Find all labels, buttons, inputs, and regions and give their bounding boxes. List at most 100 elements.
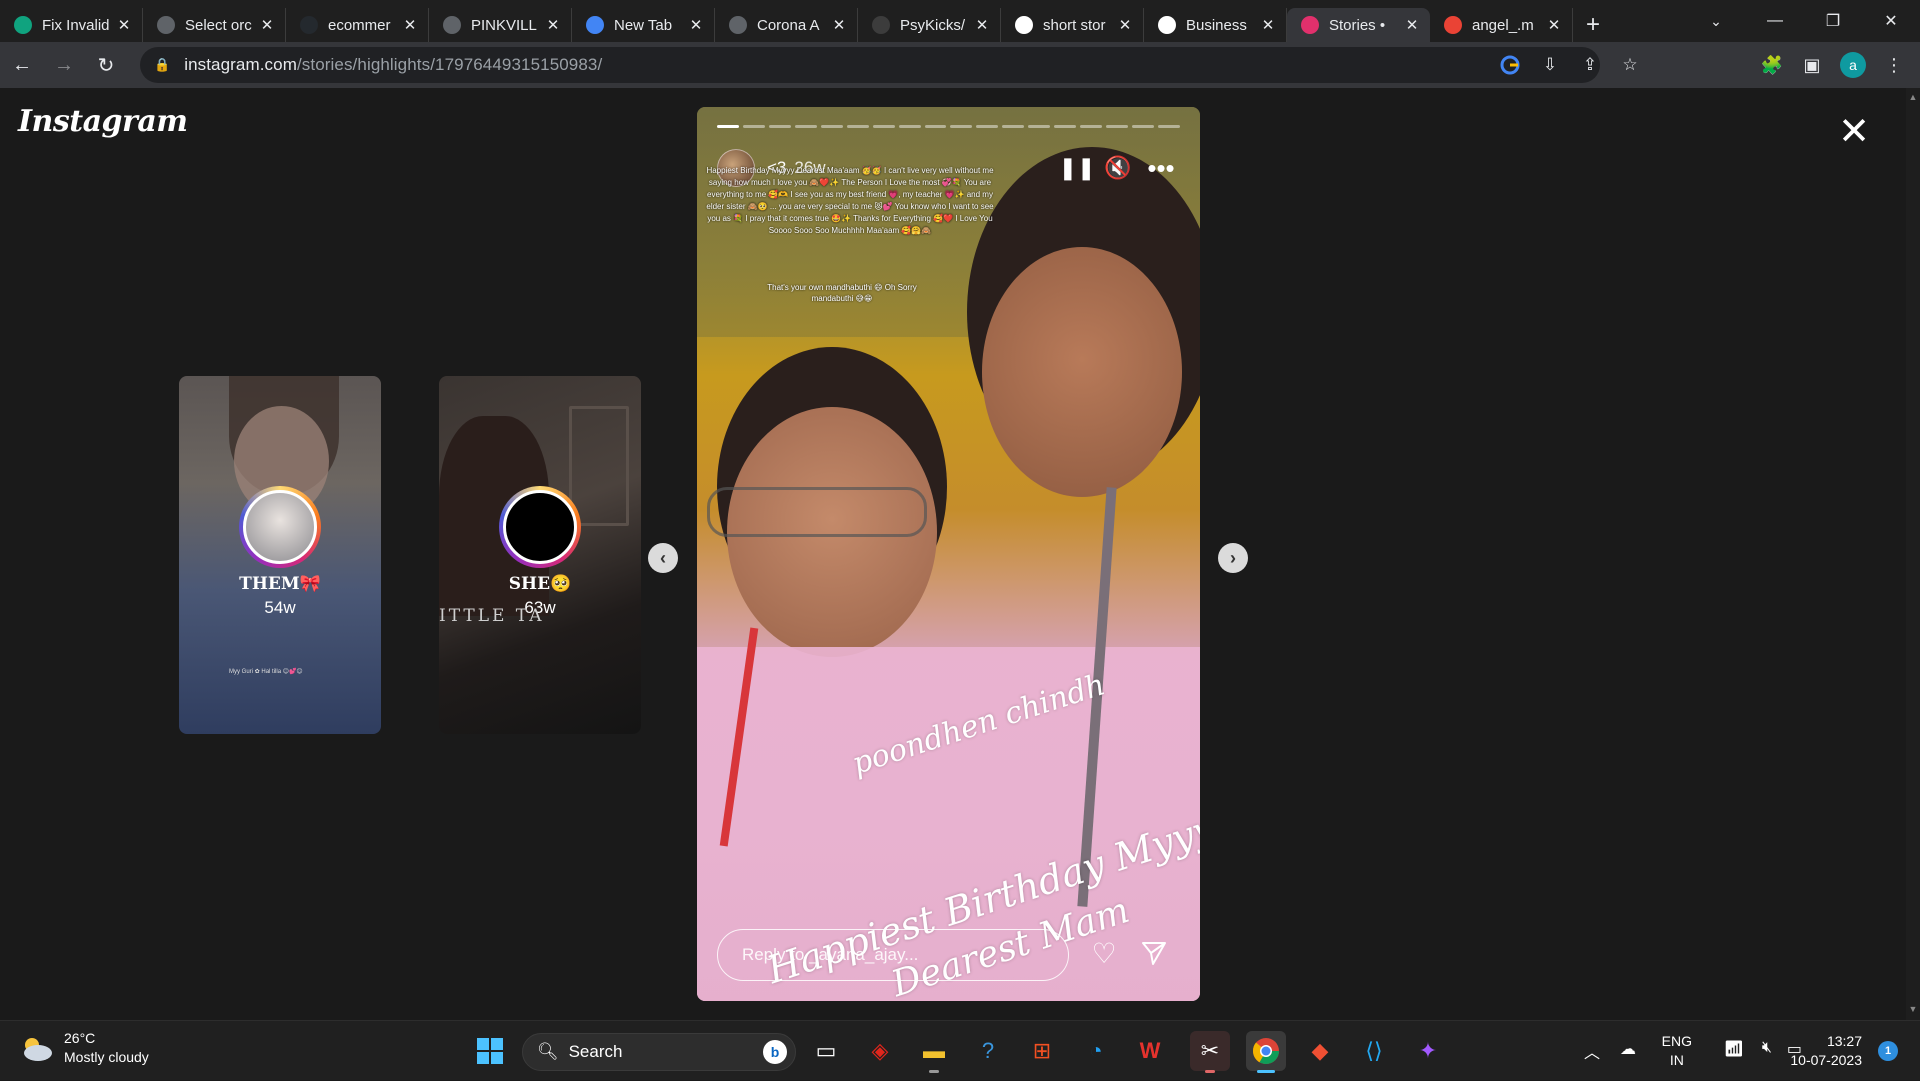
taskbar-search[interactable]: 🔍︎ Search b	[522, 1033, 796, 1071]
browser-tab[interactable]: Corona A ✕	[715, 8, 858, 42]
tab-title: PINKVILL	[471, 16, 537, 34]
chatgpt-icon	[14, 16, 32, 34]
mute-speaker-icon[interactable]: 🔇	[1101, 151, 1135, 185]
side-panel-icon[interactable]: ▣	[1794, 47, 1830, 83]
page-scrollbar[interactable]: ▲ ▼	[1906, 88, 1920, 1020]
notification-badge[interactable]: 1	[1878, 1041, 1898, 1061]
figma-icon[interactable]: ✦	[1408, 1031, 1448, 1071]
snipping-tool-icon[interactable]: ✂	[1190, 1031, 1230, 1073]
chrome-icon[interactable]	[1246, 1031, 1286, 1073]
weather-widget[interactable]: 26°C Mostly cloudy	[18, 1029, 149, 1067]
highlight-avatar	[503, 490, 577, 564]
tab-close-icon[interactable]: ✕	[1260, 16, 1276, 34]
address-bar[interactable]: 🔒 instagram.com/stories/highlights/17976…	[140, 47, 1638, 83]
task-view-icon[interactable]: ▭	[806, 1031, 846, 1071]
browser-tab[interactable]: angel_.m ✕	[1430, 8, 1573, 42]
story-progress-segment	[768, 125, 791, 128]
window-close-icon[interactable]: ✕	[1862, 0, 1920, 42]
url-text[interactable]: instagram.com/stories/highlights/1797644…	[184, 55, 602, 75]
browser-tab[interactable]: Stories • ✕	[1287, 8, 1430, 42]
browser-tab[interactable]: PINKVILL ✕	[429, 8, 572, 42]
region-code: IN	[1669, 1052, 1684, 1068]
tab-list: Fix Invalid ✕ Select orc ✕ ecommer ✕ PINKVILL ✕…	[0, 0, 1573, 42]
tab-close-icon[interactable]: ✕	[1404, 16, 1420, 34]
tab-title: ecommer	[328, 16, 391, 34]
git-icon[interactable]: ◆	[1300, 1031, 1340, 1071]
scroll-down-icon[interactable]: ▼	[1908, 1004, 1918, 1014]
wifi-icon[interactable]: 📶︎	[1724, 1039, 1744, 1059]
menu-kebab-icon[interactable]: ⋮	[1876, 47, 1912, 83]
reply-field[interactable]	[717, 929, 1069, 981]
tab-close-icon[interactable]: ✕	[688, 16, 704, 34]
browser-tab[interactable]: PsyKicks/ ✕	[858, 8, 1001, 42]
browser-tab[interactable]: ecommer ✕	[286, 8, 429, 42]
google-lens-icon[interactable]	[1492, 47, 1528, 83]
show-hidden-icons-chevron-icon[interactable]: ︿	[1584, 1039, 1600, 1063]
get-help-icon[interactable]: ?	[968, 1031, 1008, 1071]
url-host: instagram.com	[184, 55, 297, 74]
search-icon: 🔍︎	[537, 1042, 559, 1061]
tab-search-chevron-icon[interactable]: ⌄	[1698, 6, 1734, 36]
story-progress-segment	[950, 125, 973, 128]
browser-tab[interactable]: short stor ✕	[1001, 8, 1144, 42]
url-path: /stories/highlights/17976449315150983/	[296, 55, 603, 74]
edge-icon[interactable]: ◔	[1076, 1031, 1116, 1071]
bing-icon[interactable]: b	[763, 1040, 787, 1064]
minimize-icon[interactable]: —	[1746, 0, 1804, 42]
tab-close-icon[interactable]: ✕	[259, 16, 275, 34]
tab-title: angel_.m	[1472, 16, 1534, 34]
tab-close-icon[interactable]: ✕	[402, 16, 418, 34]
tab-close-icon[interactable]: ✕	[831, 16, 847, 34]
browser-tab[interactable]: New Tab ✕	[572, 8, 715, 42]
profile-avatar[interactable]: a	[1840, 52, 1866, 78]
reply-input[interactable]	[742, 945, 1042, 965]
windows-start-icon[interactable]	[470, 1031, 510, 1071]
tab-title: Select orc	[185, 16, 252, 34]
tab-close-icon[interactable]: ✕	[1546, 16, 1562, 34]
microsoft-store-icon[interactable]: ⊞	[1022, 1031, 1062, 1071]
reload-icon[interactable]: ↻	[86, 47, 126, 83]
tab-close-icon[interactable]: ✕	[1117, 16, 1133, 34]
back-arrow-icon[interactable]: ←	[2, 47, 42, 83]
forward-arrow-icon[interactable]: →	[44, 47, 84, 83]
story-progress-segment	[820, 125, 843, 128]
install-icon[interactable]: ⇩	[1532, 47, 1568, 83]
story-progress-segment	[1002, 125, 1025, 128]
extensions-puzzle-icon[interactable]: 🧩	[1754, 47, 1790, 83]
previous-story-chevron-icon[interactable]: ‹	[648, 543, 678, 573]
story-progress-segment	[1054, 125, 1077, 128]
clock[interactable]: 13:27 10-07-2023	[1790, 1032, 1862, 1070]
send-direct-icon[interactable]	[1134, 933, 1174, 973]
browser-tab[interactable]: Business ✕	[1144, 8, 1287, 42]
wps-office-icon[interactable]: W	[1130, 1031, 1170, 1071]
language-indicator[interactable]: ENG IN	[1662, 1032, 1692, 1070]
heart-like-icon[interactable]: ♡	[1084, 933, 1124, 973]
story-progress-segment	[872, 125, 895, 128]
tab-close-icon[interactable]: ✕	[545, 16, 561, 34]
vscode-icon[interactable]: ⟨⟩	[1354, 1031, 1394, 1071]
browser-tab[interactable]: Fix Invalid ✕	[0, 8, 143, 42]
restore-icon[interactable]: ❐	[1804, 0, 1862, 42]
onedrive-cloud-icon[interactable]: ☁	[1620, 1039, 1636, 1059]
story-progress-bar	[717, 125, 1180, 128]
story-viewer[interactable]: <3 26w ❚❚ 🔇 ••• Happiest Birthday Myyyy …	[697, 107, 1200, 1001]
tab-close-icon[interactable]: ✕	[116, 16, 132, 34]
volume-muted-icon[interactable]: 🔇︎	[1762, 1039, 1772, 1057]
mcafee-icon[interactable]: ◈	[860, 1031, 900, 1071]
share-icon[interactable]: ⇪	[1572, 47, 1608, 83]
tab-close-icon[interactable]: ✕	[974, 16, 990, 34]
scroll-up-icon[interactable]: ▲	[1908, 92, 1918, 102]
pause-icon[interactable]: ❚❚	[1059, 151, 1096, 185]
lock-icon[interactable]: 🔒	[154, 57, 170, 73]
file-explorer-icon[interactable]: ▬	[914, 1031, 954, 1073]
instagram-logo[interactable]: Instagram	[18, 104, 188, 139]
highlight-card-them[interactable]: THEM🎀 54w Myy Guri ✿ Hal tilla 😊💕😊	[179, 376, 381, 734]
bookmark-star-icon[interactable]: ☆	[1612, 47, 1648, 83]
next-story-chevron-icon[interactable]: ›	[1218, 543, 1248, 573]
close-story-icon[interactable]: ✕	[1836, 113, 1872, 152]
highlight-card-she[interactable]: SHE🥺 63w ITTLE TA	[439, 376, 641, 734]
story-progress-segment	[1028, 125, 1051, 128]
more-options-icon[interactable]: •••	[1144, 151, 1178, 185]
browser-tab[interactable]: Select orc ✕	[143, 8, 286, 42]
new-tab-button[interactable]: +	[1573, 8, 1613, 42]
